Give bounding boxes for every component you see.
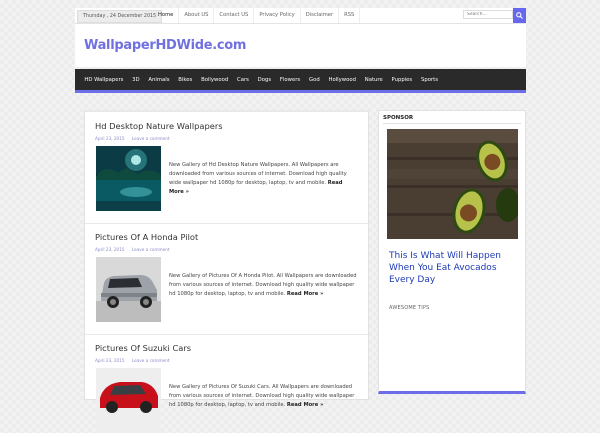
nav-item-hollywood[interactable]: Hollywood [324, 77, 360, 83]
main-navigation: HD Wallpapers 3D Animals Bikes Bollywood… [75, 69, 526, 93]
nav-item-3d[interactable]: 3D [128, 77, 144, 83]
sponsor-ad-image[interactable] [387, 129, 518, 239]
sponsor-ad-headline[interactable]: This Is What Will Happen When You Eat Av… [389, 250, 519, 286]
comment-link[interactable]: Leave a comment [132, 247, 170, 252]
post-meta: April 23, 2015 Leave a comment [95, 247, 170, 252]
post-thumbnail[interactable] [96, 257, 161, 322]
nav-item-dogs[interactable]: Dogs [253, 77, 275, 83]
top-link-disclaimer[interactable]: Disclaimer [301, 8, 340, 23]
site-header: WallpaperHDWide.com [75, 24, 526, 67]
search-icon [516, 12, 523, 19]
nav-item-sports[interactable]: Sports [417, 77, 443, 83]
read-more-link[interactable]: Read More » [287, 402, 324, 408]
top-link-contact[interactable]: Contact US [214, 8, 255, 23]
top-navigation: Home About US Contact US Privacy Policy … [153, 8, 361, 23]
sponsor-ad-source: AWESOME TIPS [389, 305, 430, 311]
nav-item-animals[interactable]: Animals [144, 77, 174, 83]
divider [85, 334, 368, 335]
widget-title: SPONSOR [383, 115, 414, 121]
nav-item-flowers[interactable]: Flowers [276, 77, 305, 83]
post-title[interactable]: Pictures Of A Honda Pilot [95, 232, 198, 242]
nav-item-puppies[interactable]: Puppies [387, 77, 416, 83]
current-date: Thursday , 24 December 2015 [77, 10, 163, 23]
post-list: Hd Desktop Nature Wallpapers April 23, 2… [84, 110, 369, 433]
nav-item-bollywood[interactable]: Bollywood [197, 77, 233, 83]
post-title[interactable]: Pictures Of Suzuki Cars [95, 343, 191, 353]
divider [383, 123, 521, 124]
post-excerpt: New Gallery of Hd Desktop Nature Wallpap… [169, 161, 359, 197]
top-link-rss[interactable]: RSS [339, 8, 361, 23]
post-excerpt-text: New Gallery of Pictures Of Suzuki Cars. … [169, 384, 355, 408]
post-date: April 23, 2015 [95, 247, 125, 252]
nav-item-hd-wallpapers[interactable]: HD Wallpapers [80, 77, 128, 83]
read-more-link[interactable]: Read More » [287, 291, 324, 297]
post-date: April 23, 2015 [95, 358, 125, 363]
top-bar: Thursday , 24 December 2015 Home About U… [75, 8, 526, 24]
post-thumbnail[interactable] [96, 146, 161, 211]
site-logo[interactable]: WallpaperHDWide.com [84, 38, 246, 53]
post-excerpt: New Gallery of Pictures Of Suzuki Cars. … [169, 383, 359, 410]
post-excerpt-text: New Gallery of Pictures Of A Honda Pilot… [169, 273, 357, 297]
top-link-about[interactable]: About US [179, 8, 215, 23]
search-input[interactable] [463, 10, 513, 19]
nav-item-bikes[interactable]: Bikes [174, 77, 197, 83]
nav-item-god[interactable]: God [305, 77, 325, 83]
post-excerpt: New Gallery of Pictures Of A Honda Pilot… [169, 272, 359, 299]
nav-item-cars[interactable]: Cars [233, 77, 254, 83]
post-meta: April 23, 2015 Leave a comment [95, 358, 170, 363]
top-link-home[interactable]: Home [153, 8, 180, 23]
post-meta: April 23, 2015 Leave a comment [95, 136, 170, 141]
search-button[interactable] [513, 8, 526, 23]
comment-link[interactable]: Leave a comment [132, 358, 170, 363]
nav-item-nature[interactable]: Nature [360, 77, 387, 83]
post-thumbnail[interactable] [96, 368, 161, 433]
post-title[interactable]: Hd Desktop Nature Wallpapers [95, 121, 223, 131]
top-link-privacy[interactable]: Privacy Policy [254, 8, 301, 23]
post-excerpt-text: New Gallery of Hd Desktop Nature Wallpap… [169, 162, 347, 186]
comment-link[interactable]: Leave a comment [132, 136, 170, 141]
sidebar-sponsor-widget: SPONSOR This Is What Will Happen When Yo… [378, 110, 526, 394]
divider [85, 223, 368, 224]
post-date: April 23, 2015 [95, 136, 125, 141]
